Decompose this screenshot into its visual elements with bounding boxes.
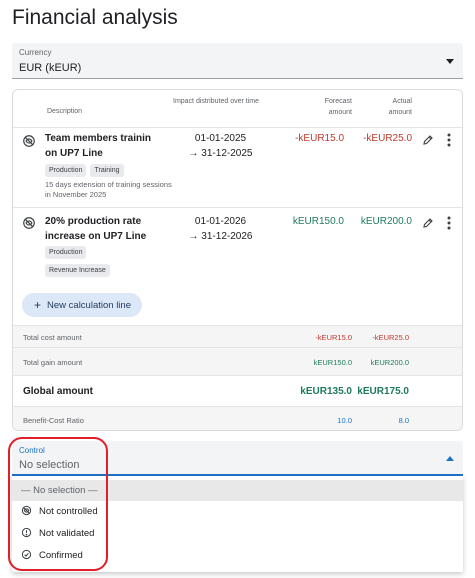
start-date: 01-01-2026 xyxy=(194,216,247,227)
eye-off-icon xyxy=(22,134,36,153)
global-amount-forecast: kEUR135.0 xyxy=(300,386,352,397)
table-header: Description Impact distributed over time… xyxy=(13,90,462,128)
calculation-table: Description Impact distributed over time… xyxy=(12,89,463,431)
tag: Training xyxy=(90,164,124,177)
currency-label: Currency xyxy=(19,48,52,57)
edit-icon[interactable] xyxy=(422,133,434,151)
control-select[interactable]: Control No selection xyxy=(12,441,463,476)
forecast-amount: -kEUR15.0 xyxy=(295,133,344,144)
option-no-selection[interactable]: — No selection — xyxy=(12,480,463,501)
option-confirmed[interactable]: Confirmed xyxy=(12,545,463,566)
option-label: Not validated xyxy=(39,528,95,539)
global-amount-label: Global amount xyxy=(23,386,93,397)
option-label: Confirmed xyxy=(39,550,83,561)
tag: Production xyxy=(45,164,87,177)
line-note: 15 days extension of training sessions i… xyxy=(45,180,172,199)
line-dates: 01-01-2025 → 31-12-2025 xyxy=(183,131,258,161)
ratio-label: Benefit-Cost Ratio xyxy=(23,416,84,425)
header-forecast: Forecast amount xyxy=(324,98,352,116)
edit-icon[interactable] xyxy=(422,216,434,234)
ratio-actual: 8.0 xyxy=(398,416,409,425)
option-not-controlled[interactable]: Not controlled xyxy=(12,501,463,522)
header-actual: Actual amount xyxy=(388,98,412,116)
total-gain-label: Total gain amount xyxy=(23,358,83,367)
currency-select[interactable]: Currency EUR (kEUR) xyxy=(12,43,463,79)
plus-icon: + xyxy=(34,298,42,312)
header-description: Description xyxy=(47,108,83,115)
option-label: — No selection — xyxy=(21,485,98,496)
table-row[interactable]: 20% production rate increase on UP7 Line… xyxy=(13,208,462,286)
caret-down-icon xyxy=(446,59,454,64)
line-title: Team members trainin on UP7 Line xyxy=(45,133,151,159)
total-gain-actual: kEUR200.0 xyxy=(370,358,409,367)
more-vert-icon[interactable] xyxy=(446,133,452,152)
end-date: → 31-12-2025 xyxy=(188,148,253,159)
global-amount-actual: kEUR175.0 xyxy=(357,386,409,397)
control-dropdown-menu: — No selection — Not controlled Not vali… xyxy=(12,476,463,572)
eye-off-icon xyxy=(22,216,36,235)
total-cost-label: Total cost amount xyxy=(23,333,82,342)
control-label: Control xyxy=(19,446,45,455)
ratio-forecast: 10.0 xyxy=(337,416,352,425)
tag: Revenue Increase xyxy=(45,264,110,277)
caret-up-icon xyxy=(446,456,454,461)
actual-amount: -kEUR25.0 xyxy=(363,133,412,144)
benefit-cost-ratio-row: Benefit-Cost Ratio 10.0 8.0 xyxy=(13,406,462,430)
line-dates: 01-01-2026 → 31-12-2026 xyxy=(183,214,258,244)
new-calculation-line-label: New calculation line xyxy=(47,299,131,311)
check-circle-icon xyxy=(21,549,32,563)
line-tags: Revenue Increase xyxy=(45,264,110,277)
start-date: 01-01-2025 xyxy=(194,133,247,144)
page-title: Financial analysis xyxy=(12,6,178,29)
tag: Production xyxy=(45,246,87,259)
header-impact: Impact distributed over time xyxy=(173,98,259,105)
total-cost-forecast: -kEUR15.0 xyxy=(315,333,352,342)
end-date: → 31-12-2026 xyxy=(188,231,253,242)
table-row[interactable]: Team members trainin on UP7 Line Product… xyxy=(13,128,462,208)
actual-amount: kEUR200.0 xyxy=(360,216,412,227)
forecast-amount: kEUR150.0 xyxy=(292,216,344,227)
more-vert-icon[interactable] xyxy=(446,216,452,235)
total-cost-row: Total cost amount -kEUR15.0 -kEUR25.0 xyxy=(13,325,462,347)
global-amount-row: Global amount kEUR135.0 kEUR175.0 xyxy=(13,375,462,406)
new-calculation-line-button[interactable]: + New calculation line xyxy=(22,293,142,317)
line-tags: Production Training xyxy=(45,164,124,177)
option-not-validated[interactable]: Not validated xyxy=(12,523,463,544)
line-title: 20% production rate increase on UP7 Line xyxy=(45,216,147,242)
control-value: No selection xyxy=(19,459,80,471)
line-tags: Production xyxy=(45,246,87,259)
total-cost-actual: -kEUR25.0 xyxy=(372,333,409,342)
total-gain-row: Total gain amount kEUR150.0 kEUR200.0 xyxy=(13,347,462,375)
eye-off-icon xyxy=(21,505,32,519)
option-label: Not controlled xyxy=(39,506,98,517)
alert-circle-icon xyxy=(21,527,32,541)
total-gain-forecast: kEUR150.0 xyxy=(313,358,352,367)
currency-value: EUR (kEUR) xyxy=(19,62,82,74)
